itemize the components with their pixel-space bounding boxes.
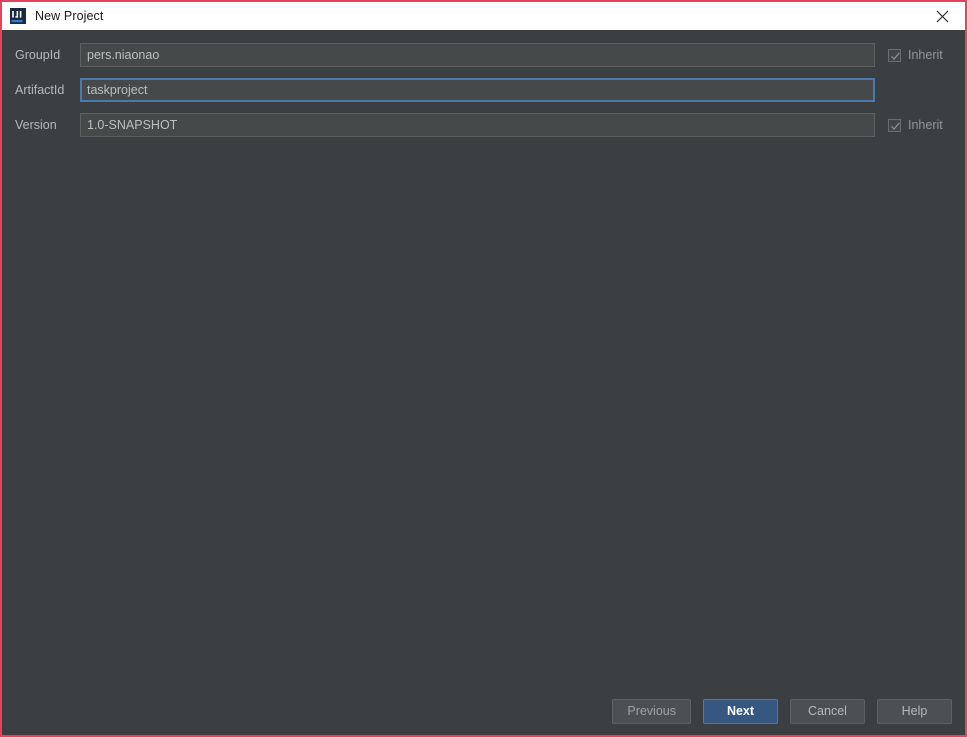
dialog-titlebar: New Project	[2, 2, 965, 30]
groupid-input[interactable]	[80, 43, 875, 67]
version-inherit-checkbox[interactable]	[888, 118, 901, 132]
dialog-title: New Project	[35, 8, 104, 23]
intellij-idea-icon	[10, 8, 26, 24]
dialog-content: GroupId Inherit ArtifactId Version	[2, 30, 965, 735]
close-icon	[936, 10, 949, 22]
form-row-version: Version Inherit	[2, 113, 965, 137]
version-inherit-label: Inherit	[908, 118, 943, 132]
help-button[interactable]: Help	[877, 699, 952, 724]
form-row-groupid: GroupId Inherit	[2, 43, 965, 67]
groupid-label: GroupId	[15, 48, 61, 62]
cancel-button[interactable]: Cancel	[790, 699, 865, 724]
checkmark-icon	[891, 51, 900, 60]
previous-button[interactable]: Previous	[612, 699, 691, 724]
dialog-button-bar: Previous Next Cancel Help	[612, 699, 952, 724]
groupid-inherit-group[interactable]: Inherit	[888, 43, 943, 67]
version-input[interactable]	[80, 113, 875, 137]
next-button[interactable]: Next	[703, 699, 778, 724]
new-project-dialog: New Project GroupId Inherit Artifact	[0, 0, 967, 737]
version-label: Version	[15, 118, 57, 132]
version-inherit-group[interactable]: Inherit	[888, 113, 943, 137]
close-button[interactable]	[920, 2, 965, 30]
artifactid-input[interactable]	[80, 78, 875, 102]
form-row-artifactid: ArtifactId	[2, 78, 965, 102]
artifactid-label: ArtifactId	[15, 83, 65, 97]
checkmark-icon	[891, 121, 900, 130]
groupid-inherit-label: Inherit	[908, 48, 943, 62]
groupid-inherit-checkbox[interactable]	[888, 48, 901, 62]
